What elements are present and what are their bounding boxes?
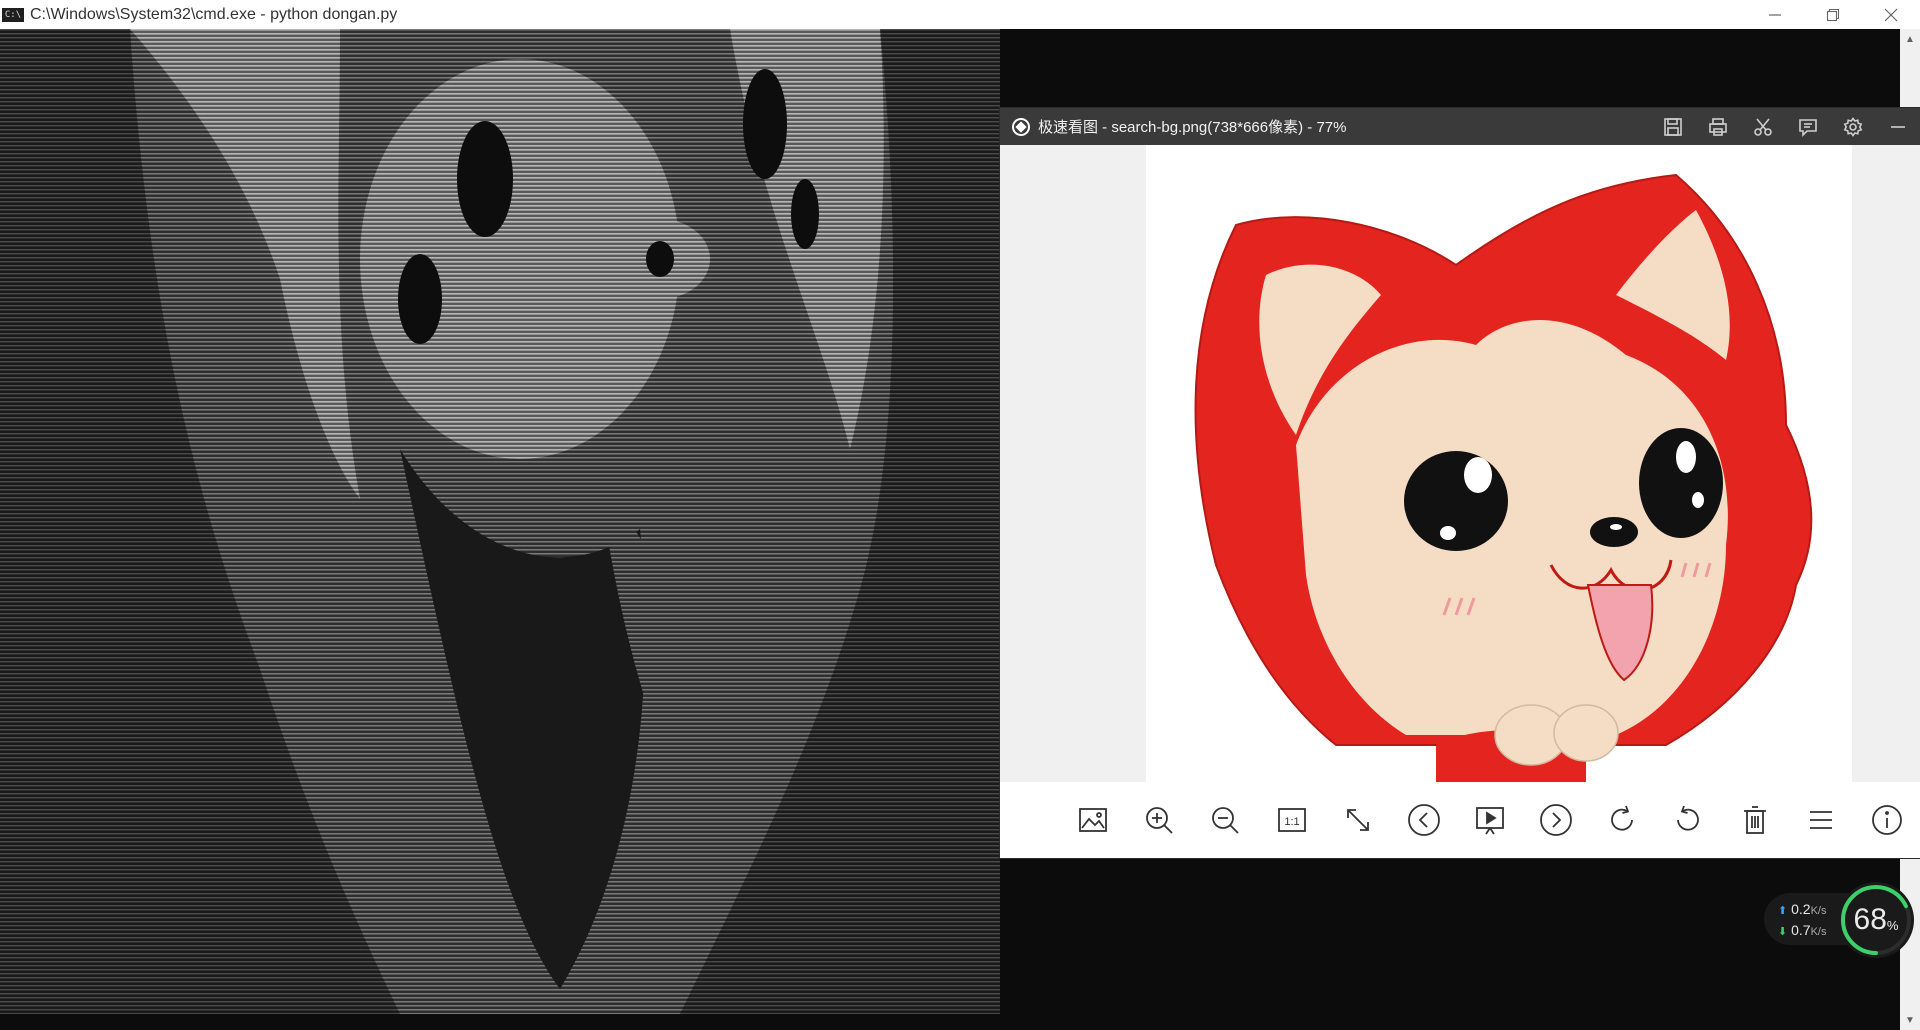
- image-icon: [1079, 808, 1107, 832]
- next-icon: [1540, 804, 1573, 836]
- info-button[interactable]: [1854, 790, 1920, 850]
- previous-icon: [1407, 804, 1440, 836]
- cmd-window-title: C:\Windows\System32\cmd.exe - python don…: [30, 5, 398, 23]
- rotate-right-button[interactable]: [1589, 790, 1655, 850]
- restore-icon: [1826, 8, 1840, 21]
- viewer-title: 极速看图 - search-bg.png(738*666像素) - 77%: [1038, 119, 1347, 136]
- upload-value: 0.2: [1791, 901, 1811, 917]
- zoom-in-button[interactable]: [1126, 790, 1192, 850]
- zoom-in-icon: [1146, 807, 1173, 834]
- open-image-button[interactable]: [1060, 790, 1126, 850]
- settings-button[interactable]: [1830, 108, 1875, 145]
- menu-button[interactable]: [1788, 790, 1854, 850]
- save-button[interactable]: [1650, 108, 1695, 145]
- viewer-minimize-button[interactable]: [1875, 108, 1920, 145]
- usage-text: 68%: [1838, 882, 1914, 958]
- fit-window-icon: [1346, 809, 1369, 831]
- window-controls: [1746, 0, 1920, 29]
- next-button[interactable]: [1523, 790, 1589, 850]
- image-viewer-window: 极速看图 - search-bg.png(738*666像素) - 77% 1:…: [1000, 108, 1920, 858]
- rotate-left-button[interactable]: [1655, 790, 1721, 850]
- scroll-down-arrow-icon[interactable]: ▼: [1900, 1010, 1920, 1030]
- ascii-art-output: [0, 29, 1000, 1014]
- cut-button[interactable]: [1740, 108, 1785, 145]
- network-monitor-widget[interactable]: ⬆ 0.2K/s ⬇ 0.7K/s 68%: [1764, 882, 1914, 958]
- slideshow-icon: [1476, 807, 1504, 835]
- viewer-toolbar: 1:1: [1000, 782, 1920, 858]
- actual-size-button[interactable]: 1:1: [1258, 790, 1324, 850]
- viewer-titlebar: 极速看图 - search-bg.png(738*666像素) - 77%: [1000, 108, 1920, 145]
- actual-size-icon: 1:1: [1277, 808, 1306, 832]
- print-button[interactable]: [1695, 108, 1740, 145]
- displayed-image: [1146, 145, 1852, 782]
- menu-icon: [1809, 811, 1832, 829]
- rotate-right-icon: [1611, 805, 1634, 831]
- viewer-top-tools: [1650, 108, 1920, 145]
- delete-button[interactable]: [1722, 790, 1788, 850]
- usage-gauge: 68%: [1838, 882, 1914, 958]
- fit-window-button[interactable]: [1325, 790, 1391, 850]
- rotate-left-icon: [1677, 805, 1700, 831]
- usage-percent-sign: %: [1886, 917, 1899, 933]
- scroll-up-arrow-icon[interactable]: ▲: [1900, 29, 1920, 49]
- download-unit: K/s: [1810, 926, 1827, 938]
- download-speed: ⬇ 0.7K/s: [1778, 922, 1826, 938]
- download-value: 0.7: [1791, 922, 1811, 938]
- slideshow-button[interactable]: [1457, 790, 1523, 850]
- download-arrow-icon: ⬇: [1778, 926, 1788, 938]
- usage-value: 68: [1853, 903, 1887, 936]
- fox-cartoon-image: [1146, 145, 1852, 782]
- delete-icon: [1743, 806, 1766, 834]
- actual-size-label: 1:1: [1284, 816, 1299, 828]
- cmd-titlebar: C:\ C:\Windows\System32\cmd.exe - python…: [0, 0, 1920, 29]
- comment-button[interactable]: [1785, 108, 1830, 145]
- upload-arrow-icon: ⬆: [1778, 905, 1788, 917]
- minimize-icon: [1890, 125, 1905, 128]
- restore-button[interactable]: [1804, 0, 1862, 29]
- minimize-button[interactable]: [1746, 0, 1804, 29]
- minimize-icon: [1769, 13, 1781, 16]
- comment-icon: [1798, 118, 1817, 137]
- zoom-out-icon: [1212, 807, 1240, 834]
- close-button[interactable]: [1862, 0, 1920, 29]
- close-icon: [1884, 8, 1898, 21]
- viewer-logo-icon: [1012, 117, 1030, 136]
- cut-icon: [1753, 117, 1772, 136]
- image-canvas[interactable]: [1000, 145, 1920, 782]
- ascii-art-image: [0, 29, 1000, 1014]
- settings-icon: [1843, 116, 1862, 137]
- upload-speed: ⬆ 0.2K/s: [1778, 901, 1826, 917]
- save-icon: [1663, 117, 1682, 136]
- print-icon: [1708, 117, 1727, 136]
- cmd-app-icon: C:\: [2, 7, 24, 22]
- upload-unit: K/s: [1810, 905, 1827, 917]
- info-icon: [1872, 805, 1902, 835]
- zoom-out-button[interactable]: [1192, 790, 1258, 850]
- previous-button[interactable]: [1391, 790, 1457, 850]
